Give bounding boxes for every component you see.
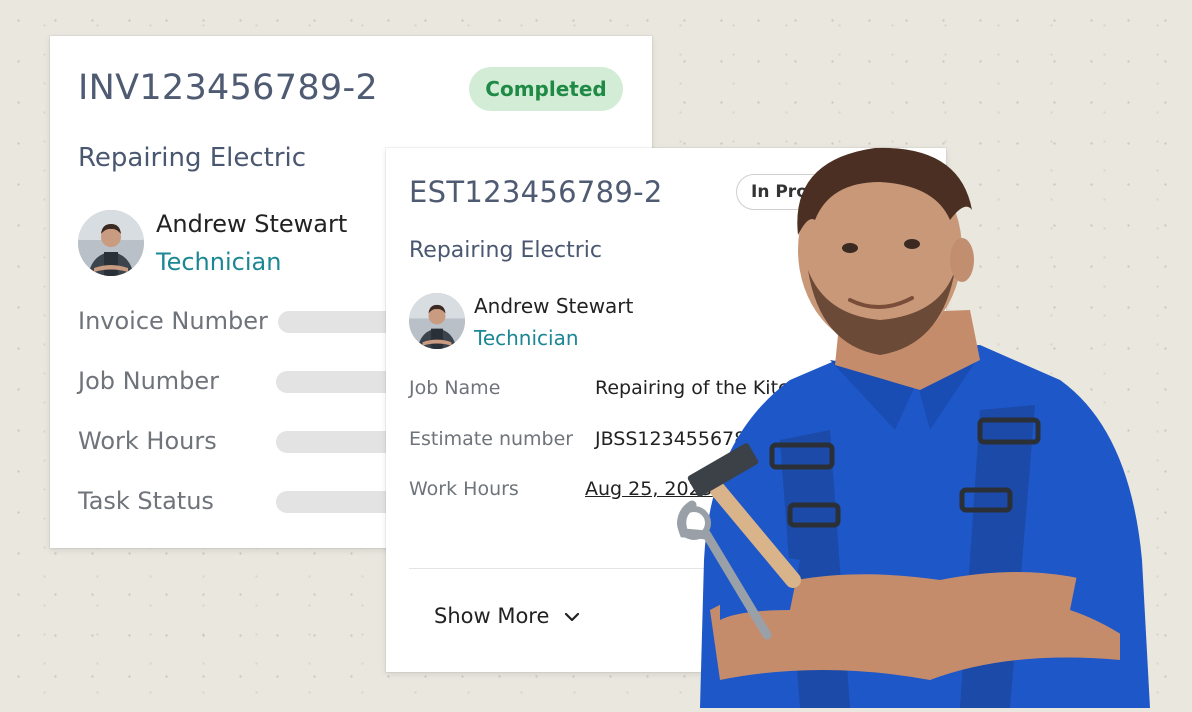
technician-photo	[677, 140, 1192, 708]
status-badge-completed: Completed	[469, 67, 623, 111]
field-label-work-hours: Work Hours	[409, 478, 519, 500]
field-label-task-status: Task Status	[78, 487, 214, 515]
wrench-icon	[677, 500, 772, 640]
field-label-work-hours: Work Hours	[78, 427, 217, 455]
placeholder-bar	[276, 431, 398, 453]
invoice-id: INV123456789-2	[78, 68, 378, 108]
field-label-invoice-number: Invoice Number	[78, 307, 268, 335]
job-title: Repairing Electric	[78, 143, 307, 173]
placeholder-bar	[276, 491, 398, 513]
chevron-down-icon	[563, 604, 581, 628]
technician-avatar	[78, 210, 144, 276]
estimate-id: EST123456789-2	[409, 175, 663, 209]
show-more-button[interactable]: Show More	[434, 604, 581, 628]
technician-role: Technician	[156, 248, 282, 276]
show-more-label: Show More	[434, 604, 550, 628]
placeholder-bar	[276, 371, 398, 393]
placeholder-bar	[278, 311, 398, 333]
technician-name: Andrew Stewart	[474, 294, 634, 318]
field-label-job-number: Job Number	[78, 367, 220, 395]
technician-role: Technician	[474, 326, 579, 350]
technician-name: Andrew Stewart	[156, 210, 348, 238]
technician-avatar	[409, 293, 465, 349]
field-label-job-name: Job Name	[409, 377, 501, 399]
job-title: Repairing Electric	[409, 238, 602, 263]
field-label-estimate-number: Estimate number	[409, 428, 574, 450]
